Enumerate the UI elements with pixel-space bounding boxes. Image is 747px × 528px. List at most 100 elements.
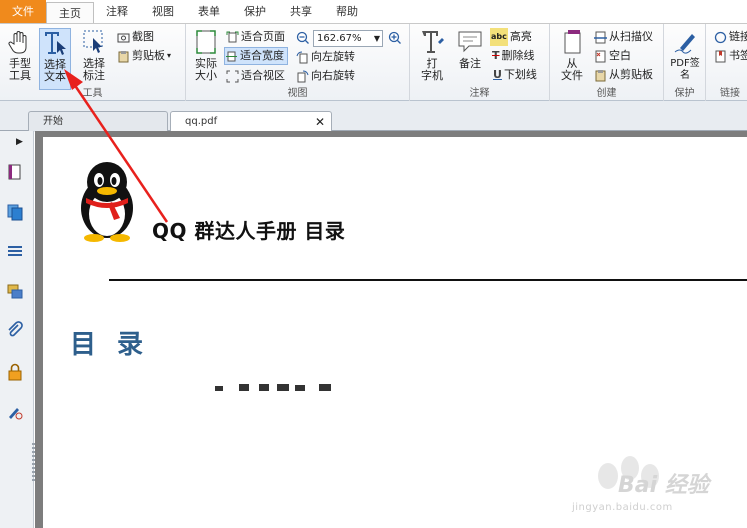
header-rule <box>109 279 747 281</box>
pdf-sign-button[interactable]: PDF签 名 <box>668 28 702 90</box>
zoom-select[interactable]: 162.67% ▼ <box>313 30 383 47</box>
create-group-label: 创建 <box>596 88 617 99</box>
actual-size-label: 实际 大小 <box>195 57 217 82</box>
from-scanner-label: 从扫描仪 <box>609 30 653 43</box>
toc-heading: 目 录 <box>70 330 150 360</box>
bookmark-button[interactable]: 书签 <box>714 47 747 65</box>
chevron-down-icon: ▾ <box>167 51 172 60</box>
blank-page-icon <box>595 50 606 62</box>
underline-label: 下划线 <box>503 68 537 81</box>
tab-document[interactable]: qq.pdf ✕ <box>170 111 332 132</box>
chevron-down-icon: ▼ <box>373 34 380 43</box>
links-group-label: 链接 <box>720 88 740 99</box>
menu-protect[interactable]: 保护 <box>232 0 278 23</box>
select-text-button[interactable]: 选择 文本 <box>39 28 71 90</box>
menu-view[interactable]: 视图 <box>140 0 186 23</box>
fit-visible-label: 适合视区 <box>241 69 285 82</box>
group-view: 实际 大小 适合页面 适合宽度 适合视区 162.67% ▼ 向左旋转 向右旋转… <box>186 24 410 101</box>
signature-icon[interactable] <box>6 403 24 421</box>
fit-page-label: 适合页面 <box>241 30 285 43</box>
tab-document-label: qq.pdf <box>185 116 218 127</box>
qq-penguin-logo <box>81 162 133 242</box>
zoom-out-icon[interactable] <box>296 31 310 45</box>
rotate-left-button[interactable]: 向左旋转 <box>296 48 355 66</box>
scanner-icon <box>594 31 607 43</box>
snapshot-label: 截图 <box>132 30 154 43</box>
link-label: 链接 <box>729 30 747 43</box>
actual-size-icon <box>196 30 216 54</box>
clipboard-label: 剪贴板 <box>132 49 165 62</box>
from-clipboard-button[interactable]: 从剪贴板 <box>594 66 653 84</box>
bookmarks-panel-icon[interactable] <box>6 243 24 261</box>
comment-group-label: 注释 <box>469 88 490 99</box>
fit-visible-icon <box>226 70 239 82</box>
menu-home[interactable]: 主页 <box>46 2 94 23</box>
from-file-button[interactable]: 从 文件 <box>556 28 588 90</box>
hand-tool-button[interactable]: 手型 工具 <box>4 28 36 90</box>
bookmark-icon <box>715 50 726 62</box>
from-clipboard-label: 从剪贴板 <box>609 68 653 81</box>
menu-comment[interactable]: 注释 <box>94 0 140 23</box>
expand-panel-icon[interactable]: ▶ <box>16 137 23 147</box>
document-tab-strip: 开始 qq.pdf ✕ <box>0 101 747 132</box>
select-text-icon <box>45 32 66 55</box>
close-icon[interactable]: ✕ <box>315 112 325 132</box>
menu-help[interactable]: 帮助 <box>324 0 370 23</box>
lock-icon[interactable] <box>6 363 24 381</box>
menu-file[interactable]: 文件 <box>0 0 46 23</box>
hand-icon <box>8 31 27 54</box>
select-text-label: 选择 文本 <box>44 58 66 83</box>
zoom-in-icon[interactable] <box>388 31 402 45</box>
blank-label: 空白 <box>609 49 631 62</box>
protect-group-label: 保护 <box>674 88 695 99</box>
highlight-label: 高亮 <box>509 30 532 43</box>
tab-start-label: 开始 <box>43 116 63 127</box>
typewriter-label: 打 字机 <box>421 57 443 82</box>
underline-icon: U <box>493 68 502 81</box>
snapshot-button[interactable]: 截图 <box>117 28 154 46</box>
group-links: 链接 书签 链接 <box>706 24 747 101</box>
ribbon: 手型 工具 选择 文本 选择 标注 截图 剪贴板 ▾ 工具 实际 大小 适合页面… <box>0 24 747 101</box>
watermark-url: jingyan.baidu.com <box>572 502 673 513</box>
select-annotation-label: 选择 标注 <box>83 57 105 82</box>
underline-button[interactable]: U 下划线 <box>493 66 537 84</box>
from-file-label: 从 文件 <box>561 57 583 82</box>
strikeout-icon: T <box>492 49 500 62</box>
group-comment: 打 字机 备注 abc 高亮 T 删除线 U 下划线 注释 <box>410 24 550 101</box>
typewriter-icon <box>422 31 444 53</box>
from-scanner-button[interactable]: 从扫描仪 <box>594 28 653 46</box>
highlight-button[interactable]: abc 高亮 <box>490 28 532 46</box>
rotate-right-label: 向右旋转 <box>311 69 355 82</box>
clipboard-button[interactable]: 剪贴板 ▾ <box>117 47 171 65</box>
tools-group-label: 工具 <box>82 88 103 99</box>
pdf-sign-label: PDF签 名 <box>670 58 700 81</box>
fit-page-button[interactable]: 适合页面 <box>226 28 285 46</box>
layers-icon[interactable] <box>6 203 24 221</box>
zoom-value: 162.67% <box>317 33 362 44</box>
attachment-icon[interactable] <box>6 321 24 339</box>
fit-visible-button[interactable]: 适合视区 <box>226 67 285 85</box>
clipboard-icon <box>595 69 606 81</box>
note-button[interactable]: 备注 <box>454 28 486 90</box>
blank-button[interactable]: 空白 <box>594 47 631 65</box>
rotate-right-button[interactable]: 向右旋转 <box>296 67 355 85</box>
navigation-panel: ▶ <box>0 131 35 528</box>
fit-width-button[interactable]: 适合宽度 <box>224 47 288 65</box>
menu-bar: 文件 主页 注释 视图 表单 保护 共享 帮助 <box>0 0 747 24</box>
hand-tool-label: 手型 工具 <box>9 57 31 82</box>
note-icon <box>458 31 482 53</box>
group-tools: 手型 工具 选择 文本 选择 标注 截图 剪贴板 ▾ 工具 <box>0 24 186 101</box>
menu-share[interactable]: 共享 <box>278 0 324 23</box>
comments-panel-icon[interactable] <box>6 283 24 301</box>
strikeout-button[interactable]: T 删除线 <box>492 47 535 65</box>
page-thumbnail-icon[interactable] <box>6 163 24 181</box>
menu-form[interactable]: 表单 <box>186 0 232 23</box>
pen-icon <box>674 34 695 54</box>
actual-size-button[interactable]: 实际 大小 <box>190 28 222 90</box>
select-annotation-button[interactable]: 选择 标注 <box>78 28 110 90</box>
group-protect: PDF签 名 保护 <box>664 24 706 101</box>
link-button[interactable]: 链接 <box>714 28 747 46</box>
typewriter-button[interactable]: 打 字机 <box>416 28 448 90</box>
tab-start[interactable]: 开始 <box>28 111 168 132</box>
rotate-left-label: 向左旋转 <box>311 50 355 63</box>
